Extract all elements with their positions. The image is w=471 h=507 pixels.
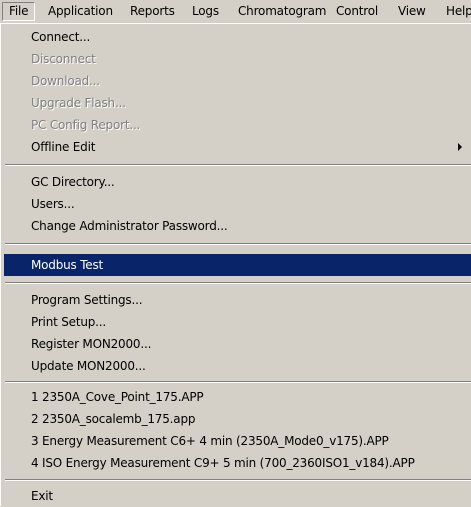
menu-item-exit[interactable]: Exit [4,485,471,507]
menu-separator [5,381,471,383]
submenu-arrow-icon [458,143,462,151]
menu-file[interactable]: File [2,2,36,21]
menu-separator [5,243,471,245]
menu-application[interactable]: Application [42,2,119,21]
menu-item-modbus-test[interactable]: Modbus Test [4,254,471,276]
menu-item-register[interactable]: Register MON2000... [4,333,471,355]
menu-item-offline-edit[interactable]: Offline Edit [4,136,471,158]
file-menu-dropdown: Connect... Disconnect Download... Upgrad… [0,23,471,506]
menu-item-users[interactable]: Users... [4,193,471,215]
menu-item-recent-file[interactable]: 1 2350A_Cove_Point_175.APP [4,386,471,408]
menu-item-recent-file[interactable]: 3 Energy Measurement C6+ 4 min (2350A_Mo… [4,430,471,452]
menu-item-recent-file[interactable]: 4 ISO Energy Measurement C9+ 5 min (700_… [4,452,471,474]
menu-control[interactable]: Control [330,2,384,21]
menu-item-program-settings[interactable]: Program Settings... [4,289,471,311]
menu-bar: File Application Reports Logs Chromatogr… [0,0,471,23]
menu-separator [5,479,471,481]
menu-logs[interactable]: Logs [186,2,225,21]
menu-chromatogram[interactable]: Chromatogram [232,2,332,21]
menu-item-recent-file[interactable]: 2 2350A_socalemb_175.app [4,408,471,430]
menu-separator [5,282,471,284]
menu-view[interactable]: View [392,2,432,21]
menu-item-offline-edit-label: Offline Edit [31,140,96,154]
menu-item-update[interactable]: Update MON2000... [4,355,471,377]
menu-item-download: Download... [31,74,100,88]
menu-separator [5,164,471,166]
menu-item-print-setup[interactable]: Print Setup... [4,311,471,333]
menu-reports[interactable]: Reports [124,2,181,21]
menu-item-gc-directory[interactable]: GC Directory... [4,171,471,193]
menu-item-pc-config-report: PC Config Report... [31,118,141,132]
menu-item-connect[interactable]: Connect... [4,26,471,48]
menu-item-disconnect: Disconnect [31,52,96,66]
menu-help[interactable]: Help [440,2,471,21]
menu-item-upgrade-flash: Upgrade Flash... [31,96,126,110]
menu-item-change-admin-password[interactable]: Change Administrator Password... [4,215,471,237]
